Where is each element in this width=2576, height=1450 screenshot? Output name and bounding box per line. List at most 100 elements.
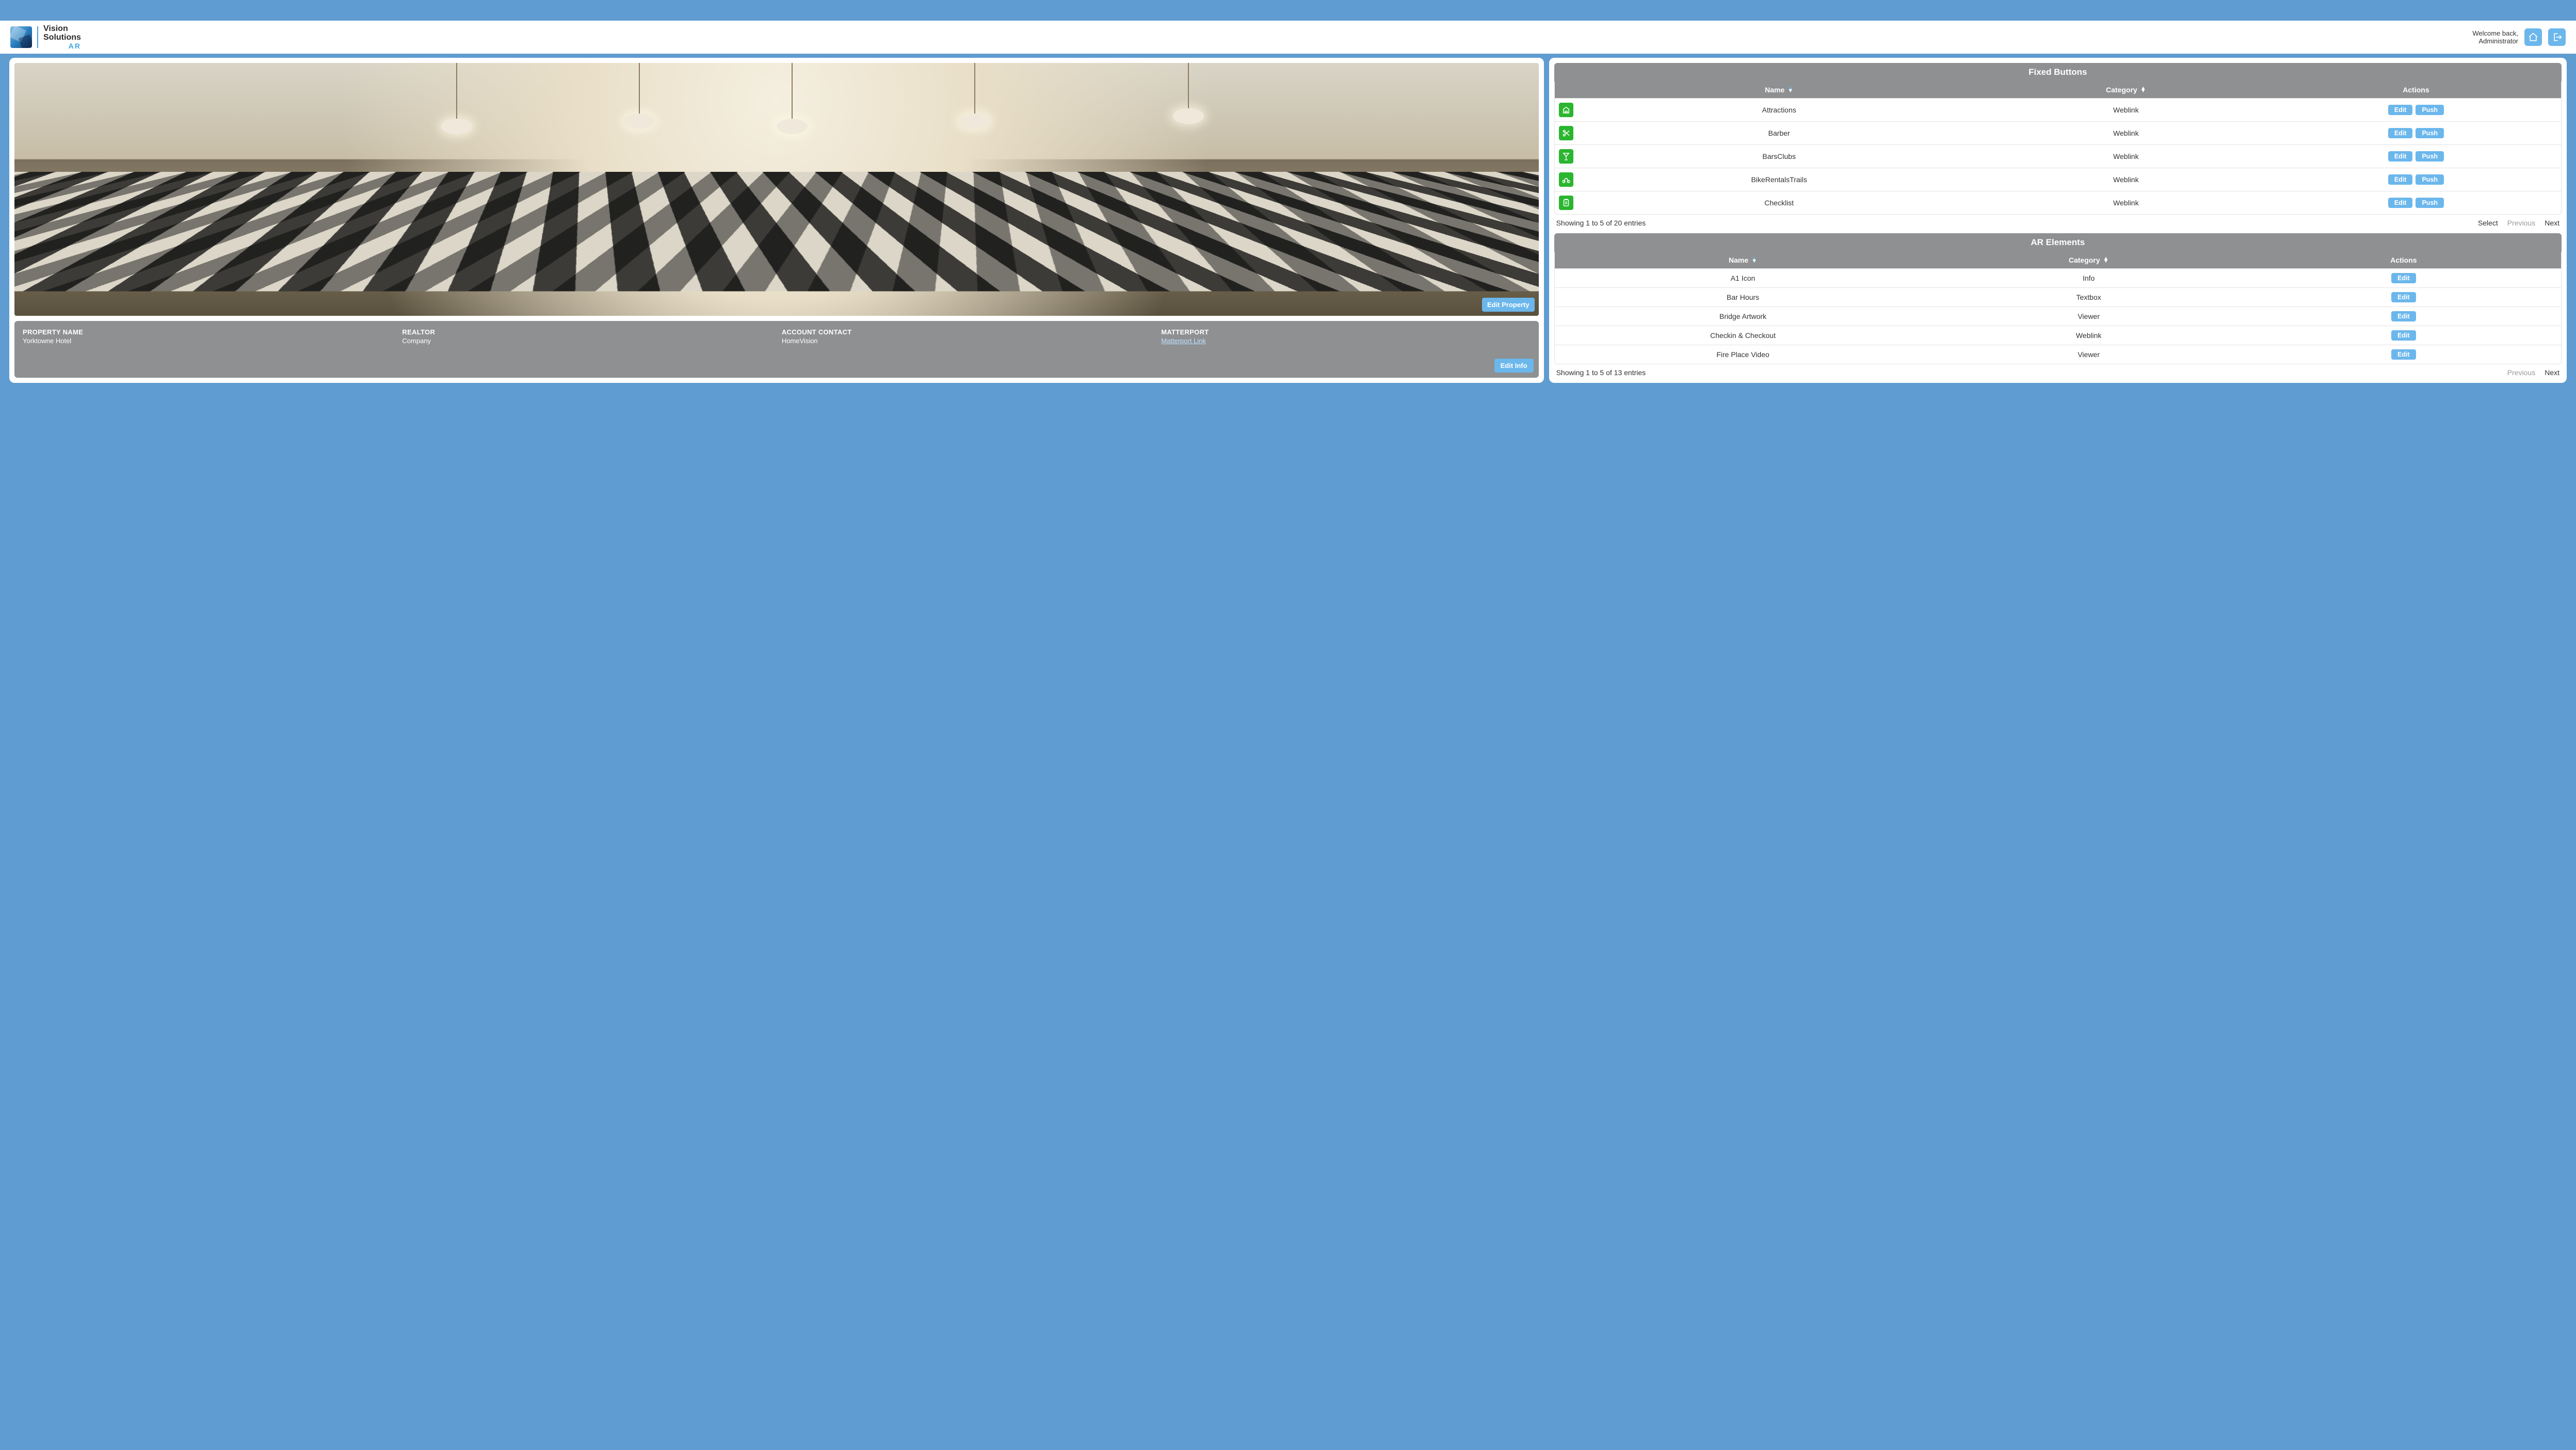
table-row: AttractionsWeblinkEditPush (1555, 98, 2561, 121)
fixed-buttons-footer: Showing 1 to 5 of 20 entries Select Prev… (1554, 215, 2562, 228)
row-actions: EditPush (2271, 122, 2561, 144)
sort-icon[interactable]: ▲▼ (1788, 87, 1793, 93)
welcome-line1: Welcome back, (2472, 29, 2518, 38)
edit-button[interactable]: Edit (2388, 151, 2413, 162)
row-name: Checklist (1577, 191, 1981, 214)
sort-icon[interactable]: ▲▼ (1751, 257, 1757, 263)
sort-icon[interactable]: ▲▼ (2103, 257, 2109, 263)
logout-icon (2552, 32, 2562, 42)
fixed-buttons-title: Fixed Buttons (1554, 63, 2562, 82)
home-button[interactable] (2524, 28, 2542, 46)
edit-property-button[interactable]: Edit Property (1482, 298, 1535, 312)
table-row: A1 IconInfo Edit (1555, 268, 2561, 287)
cocktail-icon (1559, 149, 1573, 164)
push-button[interactable]: Push (2416, 174, 2444, 185)
row-icon-cell (1555, 122, 1577, 144)
row-category: Weblink (1981, 168, 2271, 191)
clipboard-icon (1559, 196, 1573, 210)
row-category: Weblink (1981, 122, 2271, 144)
row-category: Weblink (1981, 145, 2271, 168)
row-name: A1 Icon (1555, 269, 1931, 287)
row-actions: Edit (2246, 326, 2561, 345)
column-actions: Actions (2246, 252, 2561, 268)
push-button[interactable]: Push (2416, 151, 2444, 162)
property-photo: Edit Property (14, 63, 1539, 316)
edit-button[interactable]: Edit (2388, 128, 2413, 138)
info-value: Company (402, 337, 771, 345)
previous-link[interactable]: Previous (2507, 219, 2535, 227)
brand-line3: AR (43, 42, 81, 50)
table-row: Bar HoursTextboxEdit (1555, 287, 2561, 307)
info-field: REALTORCompany (402, 328, 771, 345)
select-link[interactable]: Select (2478, 219, 2498, 227)
brand-logo-icon (10, 26, 32, 48)
row-actions: EditPush (2271, 191, 2561, 214)
column-actions: Actions (2271, 82, 2561, 98)
info-label: REALTOR (402, 328, 771, 336)
row-category: Weblink (1981, 99, 2271, 121)
logout-button[interactable] (2548, 28, 2566, 46)
scissors-icon (1559, 126, 1573, 140)
column-name[interactable]: Name ▲▼ (1555, 252, 1931, 268)
elements-panel: Fixed Buttons Name ▲▼ Category ▲▼ (1549, 58, 2567, 383)
property-info: PROPERTY NAMEYorktowne Hotel REALTORCompa… (14, 321, 1539, 378)
table-row: BikeRentalsTrailsWeblinkEditPush (1555, 168, 2561, 191)
edit-button[interactable]: Edit (2391, 292, 2416, 302)
edit-button[interactable]: Edit (2388, 105, 2413, 115)
row-name: Bar Hours (1555, 288, 1931, 307)
ar-elements-title: AR Elements (1554, 233, 2562, 252)
column-name[interactable]: Name ▲▼ (1577, 82, 1981, 98)
column-category[interactable]: Category ▲▼ (1931, 252, 2246, 268)
sort-icon[interactable]: ▲▼ (2140, 87, 2146, 93)
edit-info-button[interactable]: Edit Info (1494, 359, 1534, 373)
row-actions: EditPush (2271, 168, 2561, 191)
brand-line1: Vision (43, 25, 81, 34)
row-icon-cell (1555, 191, 1577, 214)
table-row: Checkin & CheckoutWeblink Edit (1555, 326, 2561, 345)
edit-button[interactable]: Edit (2391, 330, 2416, 341)
info-value: Matterport Link (1161, 337, 1530, 345)
row-name: Checkin & Checkout (1555, 326, 1931, 345)
info-label: ACCOUNT CONTACT (782, 328, 1151, 336)
previous-link[interactable]: Previous (2507, 368, 2535, 377)
row-category: Weblink (1931, 326, 2246, 345)
row-category: Info (1931, 269, 2246, 287)
edit-button[interactable]: Edit (2388, 198, 2413, 208)
fixed-buttons-table: Name ▲▼ Category ▲▼ Actions AttractionsW… (1554, 82, 2562, 215)
row-icon-cell (1555, 145, 1577, 168)
info-field: ACCOUNT CONTACTHomeVision (782, 328, 1151, 345)
row-category: Viewer (1931, 345, 2246, 364)
edit-button[interactable]: Edit (2391, 273, 2416, 283)
row-name: Fire Place Video (1555, 345, 1931, 364)
edit-button[interactable]: Edit (2391, 311, 2416, 321)
push-button[interactable]: Push (2416, 198, 2444, 208)
brand-text: Vision Solutions AR (43, 25, 81, 50)
brand-separator (37, 26, 38, 48)
row-icon-cell (1555, 99, 1577, 121)
row-actions: EditPush (2271, 145, 2561, 168)
next-link[interactable]: Next (2545, 219, 2559, 227)
row-actions: EditPush (2271, 99, 2561, 121)
ar-elements-summary: Showing 1 to 5 of 13 entries (1556, 368, 2500, 377)
welcome-line2: Administrator (2472, 37, 2518, 45)
landmark-icon (1559, 103, 1573, 117)
row-category: Weblink (1981, 191, 2271, 214)
edit-button[interactable]: Edit (2391, 349, 2416, 360)
table-row: BarsClubsWeblinkEditPush (1555, 144, 2561, 168)
push-button[interactable]: Push (2416, 105, 2444, 115)
edit-button[interactable]: Edit (2388, 174, 2413, 185)
fixed-buttons-section: Fixed Buttons Name ▲▼ Category ▲▼ (1554, 63, 2562, 228)
next-link[interactable]: Next (2545, 368, 2559, 377)
brand: Vision Solutions AR (10, 25, 81, 50)
bike-icon (1559, 172, 1573, 187)
row-name: Bridge Artwork (1555, 307, 1931, 326)
info-label: MATTERPORT (1161, 328, 1530, 336)
matterport-link[interactable]: Matterport Link (1161, 337, 1206, 345)
info-field: PROPERTY NAMEYorktowne Hotel (23, 328, 392, 345)
push-button[interactable]: Push (2416, 128, 2444, 138)
column-icon (1555, 82, 1577, 98)
property-panel: Edit Property PROPERTY NAMEYorktowne Hot… (9, 58, 1544, 383)
table-row: BarberWeblinkEditPush (1555, 121, 2561, 144)
table-row: Bridge ArtworkViewerEdit (1555, 307, 2561, 326)
column-category[interactable]: Category ▲▼ (1981, 82, 2271, 98)
